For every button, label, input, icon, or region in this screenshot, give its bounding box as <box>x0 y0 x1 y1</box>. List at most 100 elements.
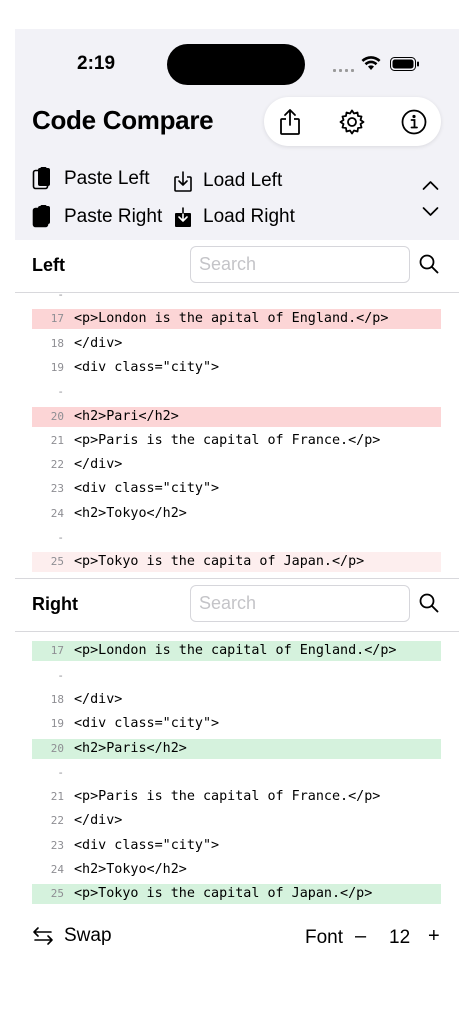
left-code-view[interactable]: - 17 <p>London is the apital of England.</… <box>15 293 459 579</box>
line-number: 25 <box>50 555 64 569</box>
gear-icon <box>339 109 365 135</box>
code-line: 18 </div> <box>32 690 441 710</box>
status-time: 2:19 <box>77 53 116 74</box>
line-number: - <box>57 385 64 399</box>
font-decrease-button[interactable]: – <box>355 925 366 948</box>
line-code: <h2>London</h2> <box>74 631 195 634</box>
line-number: - <box>57 765 64 779</box>
search-icon[interactable] <box>418 253 440 275</box>
code-line: - <box>32 666 441 686</box>
paste-icon <box>32 167 50 190</box>
code-line: 24 <h2>Tokyo</h2> <box>32 504 441 524</box>
font-increase-button[interactable]: + <box>428 925 440 948</box>
code-line: 22 </div> <box>32 811 441 831</box>
line-code: </div> <box>74 457 123 473</box>
line-code: </div> <box>74 813 123 829</box>
code-line: 24 <h2>Tokyo</h2> <box>32 860 441 880</box>
download-icon <box>174 171 192 192</box>
font-label: Font <box>305 927 344 948</box>
line-number: 19 <box>50 717 64 731</box>
line-code: <h2>Tokyo</h2> <box>74 505 187 521</box>
load-right-label: Load Right <box>203 206 295 227</box>
line-code: <h2>Pari</h2> <box>74 408 179 424</box>
settings-button[interactable] <box>337 107 367 137</box>
chevron-up-icon[interactable] <box>422 180 439 191</box>
line-number: 24 <box>50 506 64 520</box>
line-code: <p>London is the apital of England.</p> <box>74 311 389 327</box>
swap-button[interactable]: Swap <box>32 925 112 947</box>
line-number: 20 <box>50 741 64 755</box>
line-code: <div class="city"> <box>74 837 220 853</box>
code-line: 21 <p>Paris is the capital of France.</p> <box>32 787 441 807</box>
line-number: 21 <box>50 433 64 447</box>
code-line: - <box>32 293 441 305</box>
code-line: 21 <p>Paris is the capital of France.</p> <box>32 431 441 451</box>
load-right-button[interactable]: Load Right <box>173 206 295 228</box>
code-line: 19 <div class="city"> <box>32 358 441 378</box>
line-code: <div class="city"> <box>74 359 220 375</box>
line-code: <div class="city"> <box>74 481 220 497</box>
right-search-input[interactable] <box>190 585 410 622</box>
line-code: <p>Tokyo is the capita of Japan.</p> <box>74 554 365 570</box>
line-number: 20 <box>50 409 64 423</box>
line-code: <div class="city"> <box>74 716 220 732</box>
line-code: <p>Paris is the capital of France.</p> <box>74 432 381 448</box>
line-number: 18 <box>50 692 64 706</box>
code-line: 25 <p>Tokyo is the capital of Japan.</p> <box>32 884 441 905</box>
line-code: <p>Paris is the capital of France.</p> <box>74 789 381 805</box>
line-number: 19 <box>50 360 64 374</box>
swap-arrows-icon <box>33 927 53 945</box>
right-code-view[interactable]: 16 <h2>London</h2> 17 <p>London is the capi… <box>15 631 459 911</box>
chevron-down-icon[interactable] <box>422 206 439 217</box>
wifi-icon <box>361 56 381 70</box>
line-number: 22 <box>50 458 64 472</box>
app-title: Code Compare <box>32 105 214 135</box>
line-number: 21 <box>50 790 64 804</box>
left-search-input[interactable] <box>190 246 410 283</box>
share-button[interactable] <box>275 107 305 137</box>
paste-left-button[interactable]: Paste Left <box>32 167 150 191</box>
search-icon[interactable] <box>418 592 440 614</box>
paste-right-label: Paste Right <box>64 206 163 227</box>
share-icon <box>280 109 300 135</box>
download-fill-icon <box>175 207 191 227</box>
code-line: 18 </div> <box>32 334 441 354</box>
code-line: 25 <p>Tokyo is the capita of Japan.</p> <box>32 552 441 573</box>
bottom-bar: Swap Font – 12 + <box>15 915 459 959</box>
cellular-signal-icon <box>333 69 354 72</box>
line-number: 23 <box>50 482 64 496</box>
paste-icon <box>32 205 50 228</box>
code-line: 23 <div class="city"> <box>32 836 441 856</box>
line-number: 24 <box>50 863 64 876</box>
line-number: 16 <box>32 631 64 633</box>
paste-left-label: Paste Left <box>64 168 150 189</box>
line-number: - <box>57 293 64 301</box>
line-number: - <box>57 531 64 544</box>
code-line: - <box>32 382 441 402</box>
line-number: 17 <box>50 312 64 326</box>
line-number: - <box>57 668 64 682</box>
code-line: 20 <h2>Paris</h2> <box>32 738 441 759</box>
line-code: <p>Tokyo is the capital of Japan.</p> <box>74 886 373 902</box>
line-code: </div> <box>74 691 123 707</box>
battery-icon <box>390 57 419 71</box>
paste-right-button[interactable]: Paste Right <box>32 205 162 229</box>
line-number: 23 <box>50 838 64 852</box>
line-number: 17 <box>50 644 64 658</box>
load-left-button[interactable]: Load Left <box>173 170 282 192</box>
toolbar-pill <box>264 97 441 146</box>
load-left-label: Load Left <box>203 170 283 191</box>
info-button[interactable] <box>399 107 429 137</box>
line-number: 25 <box>50 887 64 901</box>
code-line: 16 <h2>London</h2> <box>32 631 441 637</box>
top-area: 2:19 Code Compare Paste Left Load Left P… <box>15 29 459 240</box>
code-line: 22 </div> <box>32 455 441 475</box>
line-number: 18 <box>50 336 64 350</box>
code-line: 17 <p>London is the apital of England.</p… <box>32 309 441 330</box>
right-pane-title: Right <box>32 594 78 614</box>
line-code: <h2>Paris</h2> <box>74 740 187 756</box>
line-code: <p>London is the capital of England.</p> <box>74 643 397 659</box>
info-icon <box>401 109 427 135</box>
code-line: 20 <h2>Pari</h2> <box>32 406 441 427</box>
line-number: 22 <box>50 814 64 828</box>
